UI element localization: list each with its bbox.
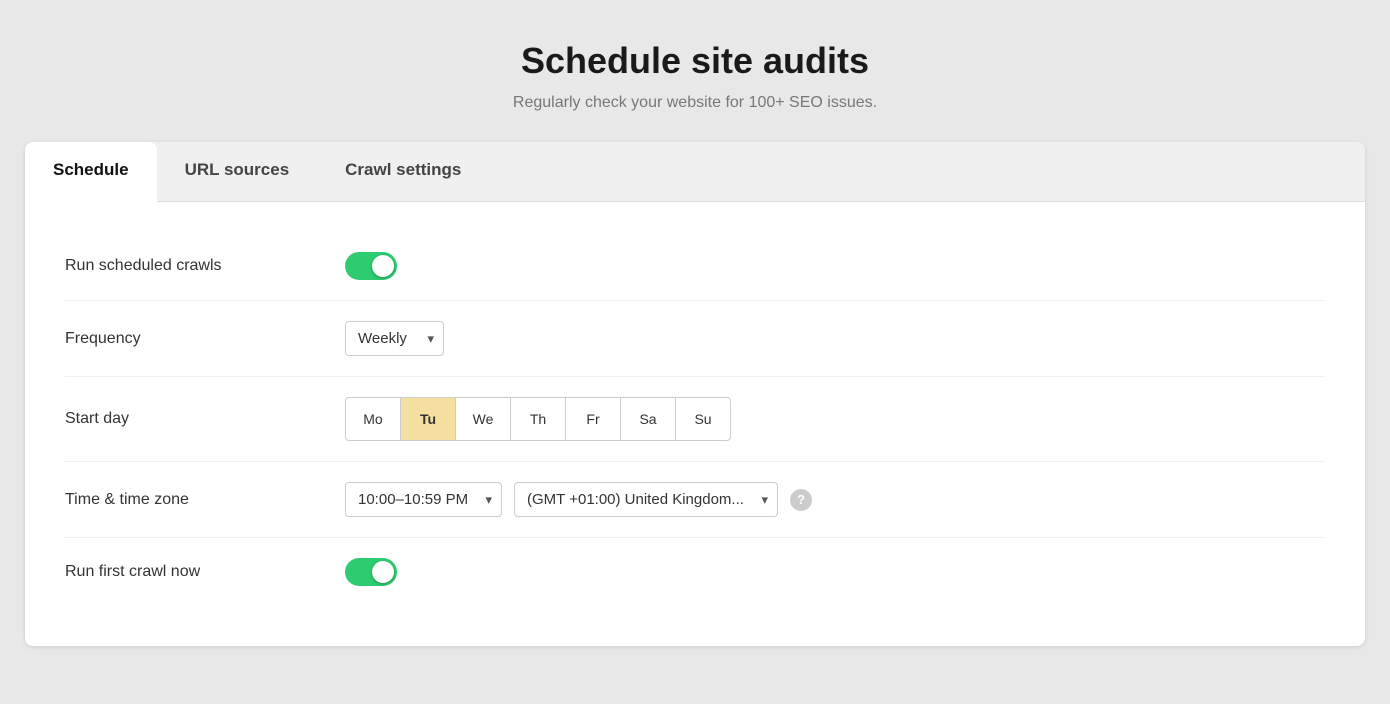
row-time-timezone: Time & time zone 12:00–12:59 AM 1:00–1:5… <box>65 462 1325 538</box>
timezone-select[interactable]: (GMT +01:00) United Kingdom... (GMT +00:… <box>514 482 778 517</box>
control-run-scheduled-crawls <box>345 252 397 280</box>
tab-crawl-settings[interactable]: Crawl settings <box>317 142 489 201</box>
control-frequency: Daily Weekly Monthly <box>345 321 444 356</box>
day-btn-mo[interactable]: Mo <box>345 397 401 441</box>
control-run-first-crawl <box>345 558 397 586</box>
day-buttons-group: Mo Tu We Th Fr Sa Su <box>345 397 731 441</box>
day-btn-sa[interactable]: Sa <box>620 397 676 441</box>
time-select-wrapper: 12:00–12:59 AM 1:00–1:59 AM 10:00–10:59 … <box>345 482 502 517</box>
day-btn-tu[interactable]: Tu <box>400 397 456 441</box>
toggle-thumb-run-first <box>372 561 394 583</box>
day-btn-th[interactable]: Th <box>510 397 566 441</box>
label-run-first-crawl: Run first crawl now <box>65 563 345 581</box>
tab-schedule[interactable]: Schedule <box>25 142 157 202</box>
toggle-run-first-crawl[interactable] <box>345 558 397 586</box>
frequency-select-wrapper: Daily Weekly Monthly <box>345 321 444 356</box>
toggle-run-scheduled-crawls[interactable] <box>345 252 397 280</box>
label-time-timezone: Time & time zone <box>65 491 345 509</box>
day-btn-fr[interactable]: Fr <box>565 397 621 441</box>
label-frequency: Frequency <box>65 330 345 348</box>
row-start-day: Start day Mo Tu We Th Fr Sa Su <box>65 377 1325 462</box>
day-btn-we[interactable]: We <box>455 397 511 441</box>
page-subtitle: Regularly check your website for 100+ SE… <box>513 94 877 112</box>
help-icon[interactable]: ? <box>790 489 812 511</box>
row-frequency: Frequency Daily Weekly Monthly <box>65 301 1325 377</box>
tab-url-sources[interactable]: URL sources <box>157 142 318 201</box>
tab-bar: Schedule URL sources Crawl settings <box>25 142 1365 202</box>
page-header: Schedule site audits Regularly check you… <box>513 40 877 112</box>
time-select[interactable]: 12:00–12:59 AM 1:00–1:59 AM 10:00–10:59 … <box>345 482 502 517</box>
page-title: Schedule site audits <box>513 40 877 82</box>
control-start-day: Mo Tu We Th Fr Sa Su <box>345 397 731 441</box>
label-start-day: Start day <box>65 410 345 428</box>
control-time-timezone: 12:00–12:59 AM 1:00–1:59 AM 10:00–10:59 … <box>345 482 812 517</box>
form-content: Run scheduled crawls Frequency Daily Wee… <box>25 202 1365 646</box>
row-run-scheduled-crawls: Run scheduled crawls <box>65 232 1325 301</box>
day-btn-su[interactable]: Su <box>675 397 731 441</box>
main-card: Schedule URL sources Crawl settings Run … <box>25 142 1365 646</box>
frequency-select[interactable]: Daily Weekly Monthly <box>345 321 444 356</box>
toggle-thumb-run-scheduled <box>372 255 394 277</box>
row-run-first-crawl: Run first crawl now <box>65 538 1325 606</box>
timezone-select-wrapper: (GMT +01:00) United Kingdom... (GMT +00:… <box>514 482 778 517</box>
label-run-scheduled-crawls: Run scheduled crawls <box>65 257 345 275</box>
